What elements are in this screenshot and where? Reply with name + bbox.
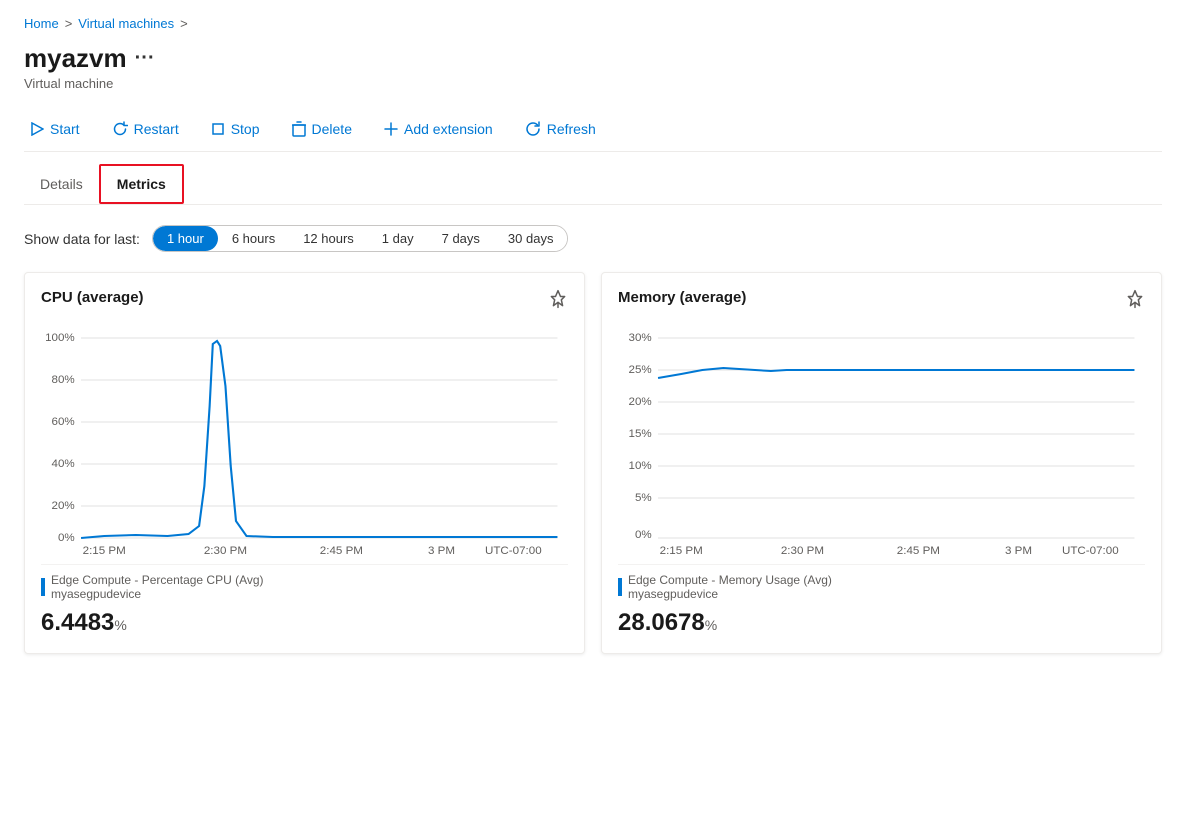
svg-text:UTC-07:00: UTC-07:00 [1062, 545, 1119, 556]
time-options-group: 1 hour 6 hours 12 hours 1 day 7 days 30 … [152, 225, 569, 252]
cpu-chart-card: CPU (average) 100% 80% 60% 40% 20% 0% [24, 272, 585, 654]
svg-text:2:15 PM: 2:15 PM [83, 545, 126, 556]
breadcrumb-sep1: > [65, 16, 73, 31]
svg-text:3 PM: 3 PM [1005, 545, 1032, 556]
svg-text:30%: 30% [629, 332, 652, 344]
memory-legend-item: Edge Compute - Memory Usage (Avg) myaseg… [618, 573, 1145, 601]
svg-text:5%: 5% [635, 492, 652, 504]
svg-text:20%: 20% [629, 396, 652, 408]
svg-text:2:30 PM: 2:30 PM [204, 545, 247, 556]
stop-icon [211, 122, 225, 136]
svg-text:3 PM: 3 PM [428, 545, 455, 556]
time-opt-30days[interactable]: 30 days [494, 226, 568, 251]
breadcrumb: Home > Virtual machines > [24, 16, 1162, 31]
delete-icon [292, 121, 306, 137]
vm-subtitle: Virtual machine [24, 76, 1162, 91]
svg-text:2:30 PM: 2:30 PM [781, 545, 824, 556]
memory-legend-bar [618, 578, 622, 596]
cpu-chart-header: CPU (average) [41, 289, 568, 314]
refresh-icon [525, 121, 541, 137]
tab-metrics[interactable]: Metrics [99, 164, 184, 204]
charts-row: CPU (average) 100% 80% 60% 40% 20% 0% [24, 272, 1162, 654]
page: Home > Virtual machines > myazvm ··· Vir… [0, 0, 1186, 824]
tabs-bar: Details Metrics [24, 164, 1162, 205]
memory-legend-name: Edge Compute - Memory Usage (Avg) [628, 573, 832, 587]
svg-text:60%: 60% [52, 416, 75, 428]
vm-menu-ellipsis[interactable]: ··· [135, 47, 155, 70]
svg-text:0%: 0% [635, 529, 652, 541]
restart-button[interactable]: Restart [106, 117, 185, 141]
toolbar: Start Restart Stop Delete Add extension … [24, 107, 1162, 152]
cpu-chart-area: 100% 80% 60% 40% 20% 0% 2:15 PM 2:30 PM [41, 326, 568, 556]
breadcrumb-sep2: > [180, 16, 188, 31]
memory-chart-card: Memory (average) 30% 25% 20% 15% 10% 5% … [601, 272, 1162, 654]
memory-chart-footer: Edge Compute - Memory Usage (Avg) myaseg… [618, 564, 1145, 637]
svg-text:25%: 25% [629, 364, 652, 376]
cpu-chart-title: CPU (average) [41, 289, 144, 306]
memory-chart-title: Memory (average) [618, 289, 746, 306]
cpu-chart-footer: Edge Compute - Percentage CPU (Avg) myas… [41, 564, 568, 637]
time-opt-6hours[interactable]: 6 hours [218, 226, 289, 251]
cpu-legend-item: Edge Compute - Percentage CPU (Avg) myas… [41, 573, 568, 601]
cpu-legend-text: Edge Compute - Percentage CPU (Avg) myas… [51, 573, 264, 601]
cpu-metric-unit: % [114, 617, 126, 633]
breadcrumb-home[interactable]: Home [24, 16, 59, 31]
svg-text:2:45 PM: 2:45 PM [897, 545, 940, 556]
breadcrumb-vms[interactable]: Virtual machines [78, 16, 174, 31]
svg-text:0%: 0% [58, 532, 75, 544]
time-opt-1hour[interactable]: 1 hour [153, 226, 218, 251]
memory-metric-unit: % [705, 617, 717, 633]
svg-text:2:15 PM: 2:15 PM [660, 545, 703, 556]
start-icon [30, 122, 44, 136]
cpu-legend-bar [41, 578, 45, 596]
memory-metric-value: 28.0678% [618, 609, 1145, 637]
memory-chart-area: 30% 25% 20% 15% 10% 5% 0% 2:15 [618, 326, 1145, 556]
cpu-pin-icon[interactable] [548, 289, 568, 314]
memory-chart-svg: 30% 25% 20% 15% 10% 5% 0% 2:15 [618, 326, 1145, 556]
add-icon [384, 122, 398, 136]
cpu-legend-device: myasegpudevice [51, 587, 264, 601]
time-filter-label: Show data for last: [24, 231, 140, 247]
cpu-metric-value: 6.4483% [41, 609, 568, 637]
svg-text:40%: 40% [52, 458, 75, 470]
time-opt-12hours[interactable]: 12 hours [289, 226, 368, 251]
refresh-button[interactable]: Refresh [519, 117, 602, 141]
svg-text:100%: 100% [45, 332, 75, 344]
svg-text:20%: 20% [52, 500, 75, 512]
cpu-legend-name: Edge Compute - Percentage CPU (Avg) [51, 573, 264, 587]
cpu-chart-svg: 100% 80% 60% 40% 20% 0% 2:15 PM 2:30 PM [41, 326, 568, 556]
memory-legend-device: myasegpudevice [628, 587, 832, 601]
svg-text:UTC-07:00: UTC-07:00 [485, 545, 542, 556]
svg-text:2:45 PM: 2:45 PM [320, 545, 363, 556]
time-opt-7days[interactable]: 7 days [428, 226, 494, 251]
stop-button[interactable]: Stop [205, 117, 266, 141]
vm-name: myazvm [24, 43, 127, 74]
delete-button[interactable]: Delete [286, 117, 358, 141]
memory-legend-text: Edge Compute - Memory Usage (Avg) myaseg… [628, 573, 832, 601]
svg-text:10%: 10% [629, 460, 652, 472]
time-opt-1day[interactable]: 1 day [368, 226, 428, 251]
vm-title-row: myazvm ··· [24, 43, 1162, 74]
memory-pin-icon[interactable] [1125, 289, 1145, 314]
svg-text:15%: 15% [629, 428, 652, 440]
svg-text:80%: 80% [52, 374, 75, 386]
memory-chart-header: Memory (average) [618, 289, 1145, 314]
restart-icon [112, 121, 128, 137]
start-button[interactable]: Start [24, 117, 86, 141]
tab-details[interactable]: Details [24, 164, 99, 204]
time-filter-row: Show data for last: 1 hour 6 hours 12 ho… [24, 225, 1162, 252]
add-extension-button[interactable]: Add extension [378, 117, 499, 141]
